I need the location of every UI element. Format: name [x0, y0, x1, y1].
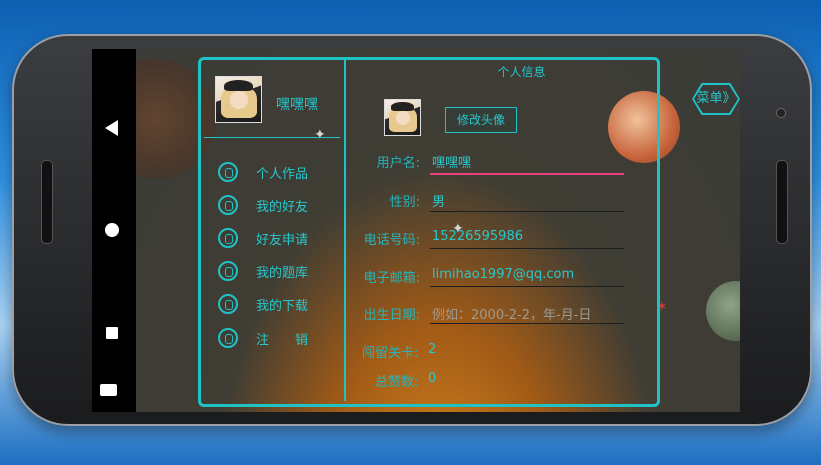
gender-label: 性别: — [389, 195, 420, 210]
app-screen: ✦ ✦ ✶ 个人信息 嘿嘿嘿 个人作品 我的好友 好友申请 我的题库 我的下载 … — [136, 49, 740, 412]
likes-value: 0 — [428, 371, 437, 386]
sidebar-item-friends[interactable]: 我的好友 — [218, 194, 308, 216]
username-field[interactable]: 嘿嘿嘿 — [432, 152, 471, 171]
gender-field[interactable]: 男 — [432, 191, 445, 210]
back-icon[interactable] — [105, 120, 118, 136]
sidebar-item-label: 注 销 — [256, 332, 309, 348]
sidebar-username: 嘿嘿嘿 — [276, 97, 318, 113]
sidebar-item-label: 好友申请 — [256, 232, 309, 248]
sidebar-item-label: 我的下载 — [256, 298, 309, 314]
camera-dot — [776, 108, 786, 118]
email-label: 电子邮箱: — [363, 271, 420, 286]
keyboard-icon[interactable] — [100, 384, 117, 396]
menu-button[interactable]: 菜单》 — [692, 83, 740, 115]
birthdate-underline — [430, 323, 624, 324]
email-field[interactable]: limihao1997@qq.com — [432, 267, 574, 282]
edit-avatar-button[interactable]: 修改头像 — [445, 107, 517, 133]
sidebar-item-friend-requests[interactable]: 好友申请 — [218, 227, 308, 249]
green-planet — [706, 281, 740, 341]
sidebar-item-question-bank[interactable]: 我的题库 — [218, 260, 308, 282]
sidebar-avatar — [215, 76, 262, 123]
sidebar-separator — [204, 137, 340, 138]
friends-icon — [218, 195, 238, 215]
birthdate-field[interactable]: 例如：2000-2-2，年-月-日 — [432, 304, 591, 323]
sidebar-item-label: 我的题库 — [256, 265, 309, 281]
sidebar-item-downloads[interactable]: 我的下载 — [218, 293, 308, 315]
sidebar-item-works[interactable]: 个人作品 — [218, 161, 308, 183]
question-bank-icon — [218, 261, 238, 281]
panel-title: 个人信息 — [497, 65, 546, 79]
settings-icon — [218, 328, 238, 348]
home-icon[interactable] — [105, 223, 119, 237]
phone-underline — [430, 248, 624, 249]
email-underline — [430, 286, 624, 287]
levels-value: 2 — [428, 342, 437, 357]
sidebar-item-logout[interactable]: 注 销 — [218, 327, 308, 349]
username-underline — [430, 173, 624, 175]
phone-side-button-right — [776, 160, 788, 244]
phone-label: 电话号码: — [363, 233, 420, 248]
likes-label: 总赞数: — [375, 375, 419, 390]
recent-apps-icon[interactable] — [106, 327, 118, 339]
sidebar-item-label: 个人作品 — [256, 166, 309, 182]
download-icon — [218, 294, 238, 314]
sidebar-item-label: 我的好友 — [256, 199, 309, 215]
friend-request-icon — [218, 228, 238, 248]
levels-label: 闯留关卡: — [362, 346, 419, 361]
phone-side-button-left — [41, 160, 53, 244]
profile-avatar — [384, 99, 421, 136]
phone-field[interactable]: 15226595986 — [432, 229, 523, 244]
gender-underline — [430, 211, 624, 212]
birthdate-label: 出生日期: — [363, 308, 420, 323]
username-label: 用户名: — [376, 156, 420, 171]
user-works-icon — [218, 162, 238, 182]
